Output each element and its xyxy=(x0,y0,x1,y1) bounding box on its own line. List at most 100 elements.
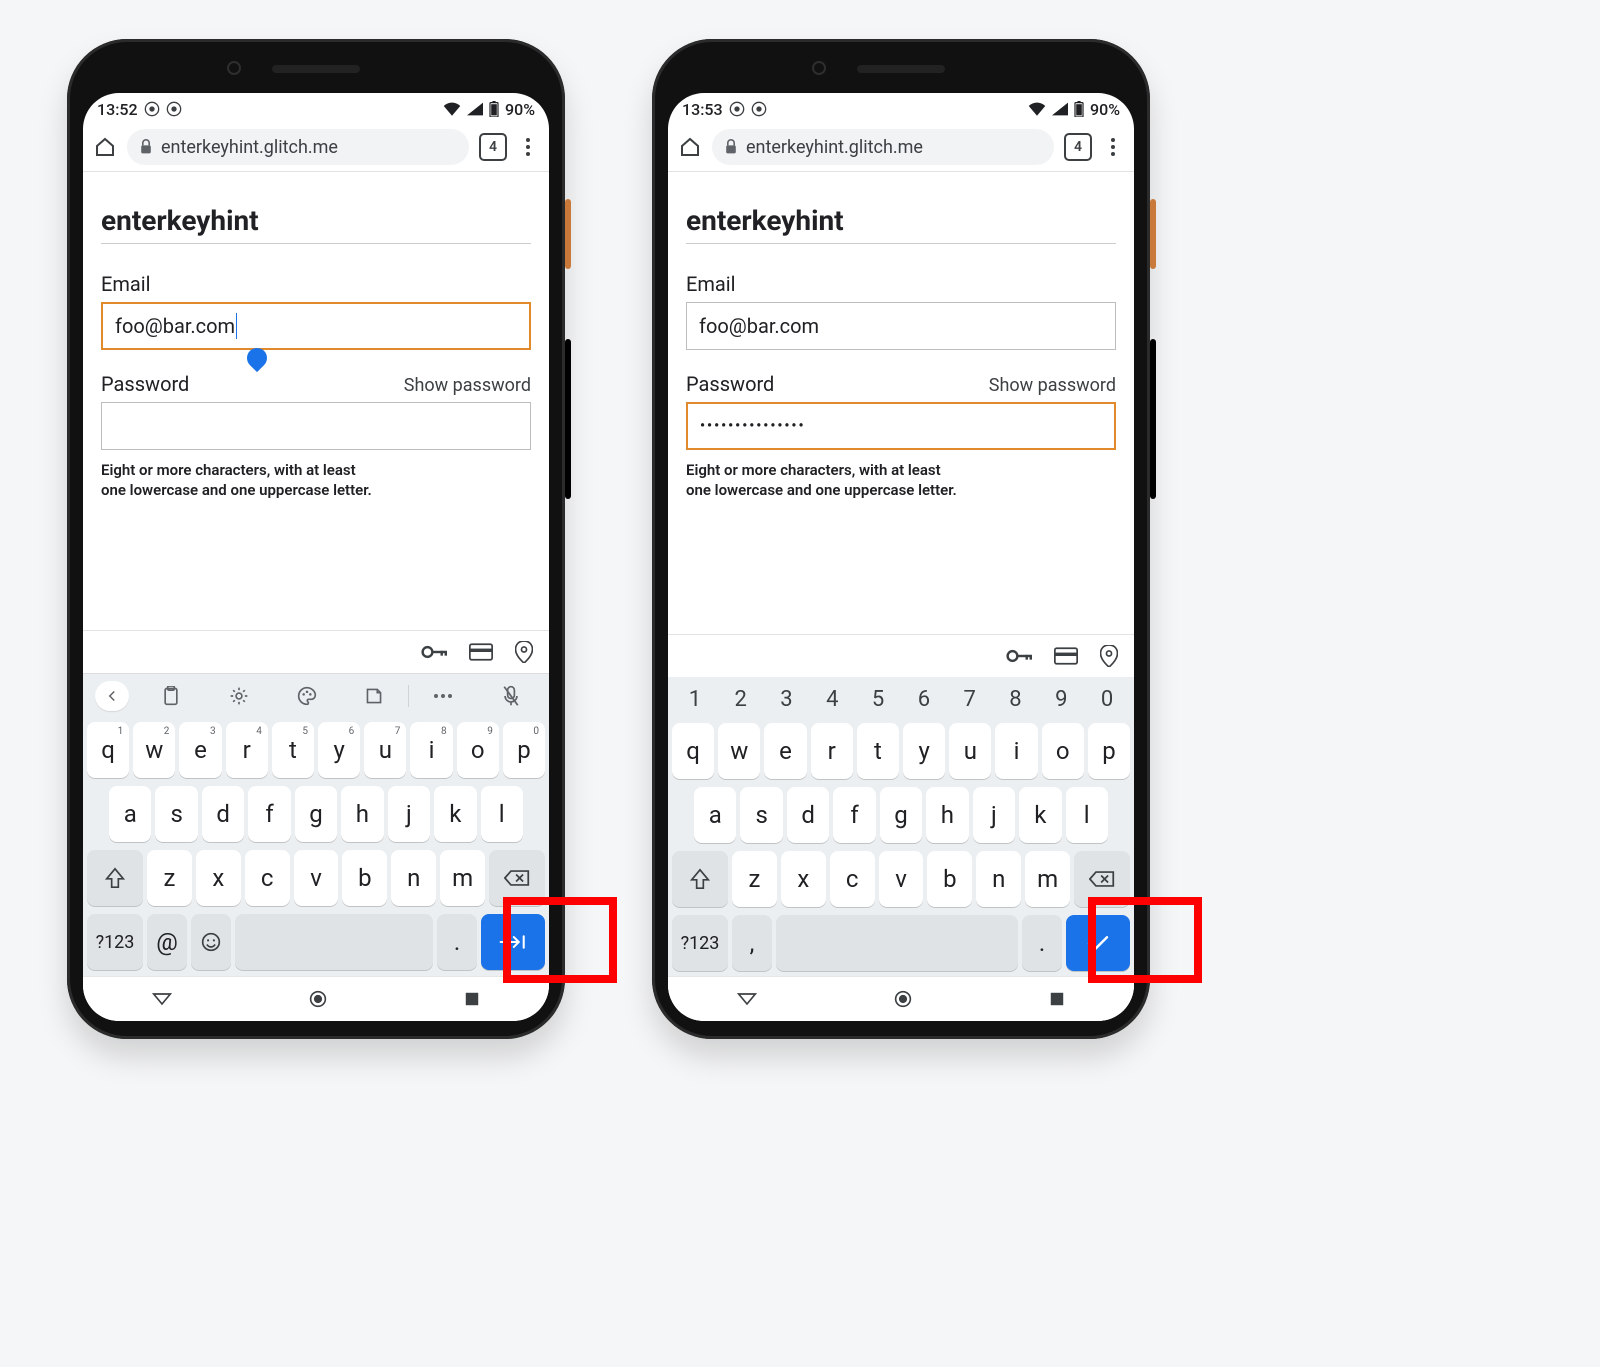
key-q[interactable]: q xyxy=(672,723,714,779)
credit-card-icon[interactable] xyxy=(469,643,493,661)
key-9[interactable]: 9 xyxy=(1038,687,1084,712)
key-h[interactable]: h xyxy=(926,787,968,843)
key-n[interactable]: n xyxy=(976,851,1021,907)
key-y[interactable]: y6 xyxy=(318,722,360,778)
nav-home-icon[interactable] xyxy=(309,990,327,1008)
power-button[interactable] xyxy=(1150,199,1156,269)
key-m[interactable]: m xyxy=(1025,851,1070,907)
key-p[interactable]: p0 xyxy=(503,722,545,778)
volume-button[interactable] xyxy=(1150,339,1156,499)
home-icon[interactable] xyxy=(678,135,702,159)
location-pin-icon[interactable] xyxy=(515,641,533,663)
key-s[interactable]: s xyxy=(740,787,782,843)
key-k[interactable]: k xyxy=(434,786,476,842)
key-8[interactable]: 8 xyxy=(993,687,1039,712)
show-password-link[interactable]: Show password xyxy=(989,375,1116,396)
period-key[interactable]: . xyxy=(437,914,477,970)
symbols-key[interactable]: ?123 xyxy=(672,915,728,971)
key-o[interactable]: o xyxy=(1042,723,1084,779)
tab-switcher[interactable]: 4 xyxy=(1064,133,1092,161)
shift-key[interactable] xyxy=(672,851,728,907)
mic-off-icon[interactable] xyxy=(477,685,545,707)
shift-key[interactable] xyxy=(87,850,143,906)
palette-icon[interactable] xyxy=(273,686,341,706)
comma-key[interactable]: , xyxy=(732,915,772,971)
nav-back-icon[interactable] xyxy=(152,992,172,1006)
tab-switcher[interactable]: 4 xyxy=(479,133,507,161)
key-d[interactable]: d xyxy=(202,786,244,842)
key-g[interactable]: g xyxy=(295,786,337,842)
key-e[interactable]: e3 xyxy=(179,722,221,778)
key-3[interactable]: 3 xyxy=(764,687,810,712)
key-c[interactable]: c xyxy=(245,850,290,906)
key-w[interactable]: w xyxy=(718,723,760,779)
key-o[interactable]: o9 xyxy=(457,722,499,778)
key-0[interactable]: 0 xyxy=(1084,687,1130,712)
key-y[interactable]: y xyxy=(903,723,945,779)
password-field[interactable]: ••••••••••••••• xyxy=(686,402,1116,450)
gboard-collapse[interactable] xyxy=(95,681,129,711)
show-password-link[interactable]: Show password xyxy=(404,375,531,396)
key-g[interactable]: g xyxy=(880,787,922,843)
key-v[interactable]: v xyxy=(294,850,339,906)
symbols-key[interactable]: ?123 xyxy=(87,914,143,970)
password-field[interactable] xyxy=(101,402,531,450)
nav-home-icon[interactable] xyxy=(894,990,912,1008)
emoji-key[interactable] xyxy=(191,914,231,970)
nav-back-icon[interactable] xyxy=(737,992,757,1006)
period-key[interactable]: . xyxy=(1022,915,1062,971)
backspace-key[interactable] xyxy=(489,850,545,906)
key-h[interactable]: h xyxy=(341,786,383,842)
at-key[interactable]: @ xyxy=(147,914,187,970)
key-icon[interactable] xyxy=(1006,648,1032,664)
backspace-key[interactable] xyxy=(1074,851,1130,907)
space-key[interactable] xyxy=(235,914,433,970)
overflow-menu-icon[interactable] xyxy=(517,138,539,156)
key-4[interactable]: 4 xyxy=(809,687,855,712)
key-1[interactable]: 1 xyxy=(672,687,718,712)
key-e[interactable]: e xyxy=(764,723,806,779)
key-a[interactable]: a xyxy=(694,787,736,843)
key-r[interactable]: r xyxy=(811,723,853,779)
email-field[interactable]: foo@bar.com xyxy=(686,302,1116,350)
space-key[interactable] xyxy=(776,915,1018,971)
key-v[interactable]: v xyxy=(879,851,924,907)
key-t[interactable]: t5 xyxy=(272,722,314,778)
power-button[interactable] xyxy=(565,199,571,269)
nav-recents-icon[interactable] xyxy=(464,991,480,1007)
key-l[interactable]: l xyxy=(481,786,523,842)
key-f[interactable]: f xyxy=(833,787,875,843)
key-7[interactable]: 7 xyxy=(947,687,993,712)
enter-key-next[interactable] xyxy=(481,914,545,970)
key-l[interactable]: l xyxy=(1066,787,1108,843)
key-w[interactable]: w2 xyxy=(133,722,175,778)
key-2[interactable]: 2 xyxy=(718,687,764,712)
key-x[interactable]: x xyxy=(196,850,241,906)
key-j[interactable]: j xyxy=(388,786,430,842)
key-d[interactable]: d xyxy=(787,787,829,843)
key-z[interactable]: z xyxy=(147,850,192,906)
key-j[interactable]: j xyxy=(973,787,1015,843)
home-icon[interactable] xyxy=(93,135,117,159)
key-x[interactable]: x xyxy=(781,851,826,907)
key-5[interactable]: 5 xyxy=(855,687,901,712)
volume-button[interactable] xyxy=(565,339,571,499)
key-t[interactable]: t xyxy=(857,723,899,779)
key-a[interactable]: a xyxy=(109,786,151,842)
key-i[interactable]: i xyxy=(995,723,1037,779)
key-icon[interactable] xyxy=(421,644,447,660)
email-field[interactable]: foo@bar.com xyxy=(101,302,531,350)
gear-icon[interactable] xyxy=(205,686,273,706)
key-p[interactable]: p xyxy=(1088,723,1130,779)
key-r[interactable]: r4 xyxy=(226,722,268,778)
key-i[interactable]: i8 xyxy=(410,722,452,778)
key-6[interactable]: 6 xyxy=(901,687,947,712)
key-n[interactable]: n xyxy=(391,850,436,906)
key-f[interactable]: f xyxy=(248,786,290,842)
key-s[interactable]: s xyxy=(155,786,197,842)
key-k[interactable]: k xyxy=(1019,787,1061,843)
key-m[interactable]: m xyxy=(440,850,485,906)
key-q[interactable]: q1 xyxy=(87,722,129,778)
address-bar[interactable]: enterkeyhint.glitch.me xyxy=(127,129,469,165)
key-u[interactable]: u xyxy=(949,723,991,779)
